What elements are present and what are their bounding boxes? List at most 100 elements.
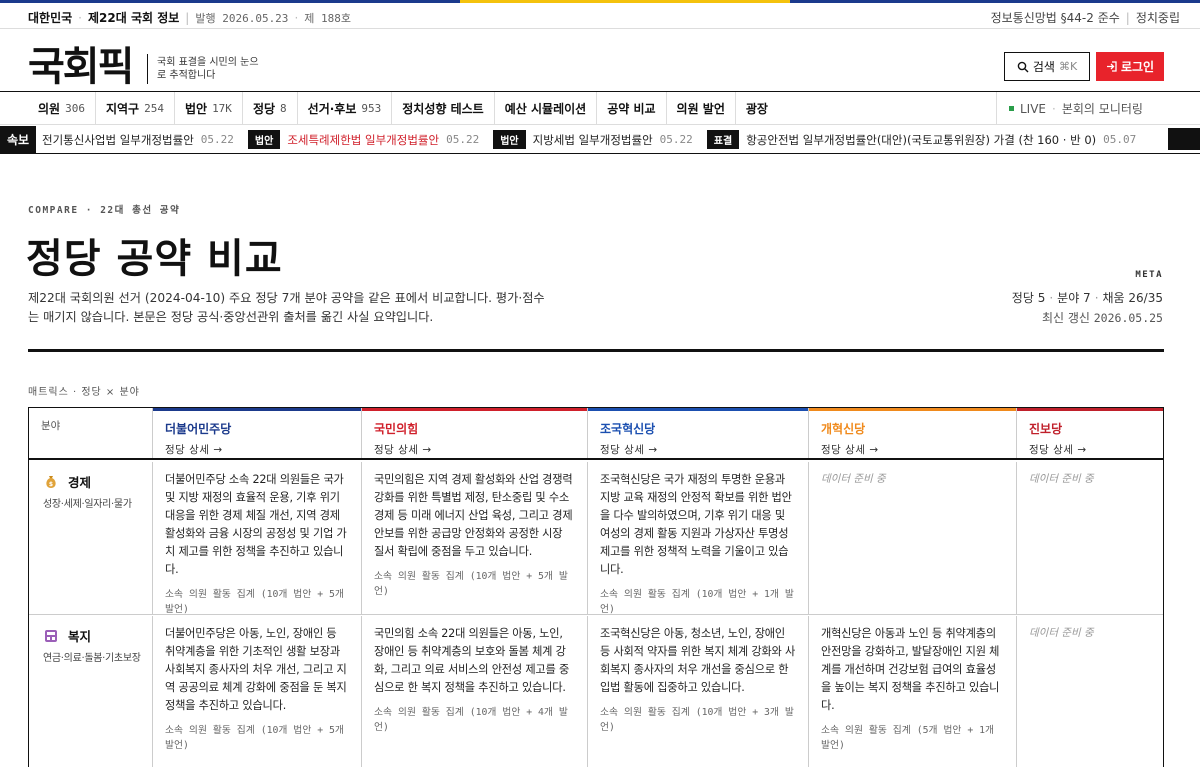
- party-name: 조국혁신당: [600, 422, 656, 436]
- nav-item-speeches[interactable]: 의원 발언: [667, 92, 736, 125]
- party-header-ppp[interactable]: 국민의힘 정당 상세 →: [362, 408, 588, 458]
- search-label: 검색: [1032, 60, 1055, 74]
- party-color-bar: [362, 408, 587, 411]
- ticker-date: 05.07: [1103, 133, 1137, 146]
- ticker-next-badge: [1168, 128, 1200, 150]
- ticker-title: 지방세법 일부개정법률안: [532, 132, 653, 147]
- pledge-cell[interactable]: 조국혁신당은 국가 재정의 투명한 운용과 지방 교육 재정의 안정적 확보를 …: [588, 462, 809, 615]
- party-detail-link[interactable]: 정당 상세 →: [600, 442, 808, 457]
- pledge-text: 더불어민주당 소속 22대 의원들은 국가 및 지방 재정의 효율적 운용, 기…: [165, 473, 347, 576]
- nav-count: 953: [361, 102, 382, 115]
- live-dot-icon: [1009, 106, 1014, 111]
- ticker-item[interactable]: 표결 항공안전법 일부개정법률안(대안)(국토교통위원장) 가결 (찬 160 ·…: [706, 130, 1137, 149]
- nav-label: 법안: [184, 102, 208, 116]
- party-name: 더불어민주당: [165, 422, 232, 436]
- pledge-source-note: 소속 의원 활동 집계 (10개 법안 + 1개 발언): [600, 589, 794, 615]
- party-detail-link[interactable]: 정당 상세 →: [165, 442, 361, 457]
- pledge-cell[interactable]: 국민의힘 소속 22대 의원들은 아동, 노인, 장애인 등 취약계층의 보호와…: [362, 616, 588, 767]
- party-header-progressive[interactable]: 진보당 정당 상세 →: [1017, 408, 1163, 458]
- site-logo[interactable]: 국회픽: [28, 34, 134, 92]
- nav-item-plaza[interactable]: 광장: [736, 92, 778, 125]
- nav-count: 8: [280, 102, 287, 115]
- pledge-text: 더불어민주당은 아동, 노인, 장애인 등 취약계층을 위한 기초적인 생활 보…: [165, 627, 347, 712]
- pledge-cell[interactable]: 더불어민주당은 아동, 노인, 장애인 등 취약계층을 위한 기초적인 생활 보…: [153, 616, 362, 767]
- pledge-cell[interactable]: 국민의힘은 지역 경제 활성화와 산업 경쟁력 강화를 위한 특별법 제정, 탄…: [362, 462, 588, 614]
- meta-updated: 최신 갱신 2026.05.25: [1042, 309, 1163, 326]
- party-color-bar: [809, 408, 1016, 411]
- nav-item-bills[interactable]: 법안 17K: [175, 92, 243, 125]
- pledge-cell[interactable]: 더불어민주당 소속 22대 의원들은 국가 및 지방 재정의 효율적 운용, 기…: [153, 462, 362, 615]
- neutrality-link[interactable]: 정치중립: [1136, 11, 1180, 25]
- pledge-text: 국민의힘 소속 22대 의원들은 아동, 노인, 장애인 등 취약계층의 보호와…: [374, 627, 570, 694]
- field-column-header: 분야: [29, 408, 153, 458]
- nav-item-parties[interactable]: 정당 8: [243, 92, 298, 125]
- nav-label: 정당: [252, 102, 276, 116]
- party-detail-link[interactable]: 정당 상세 →: [1029, 442, 1163, 457]
- party-header-rebuild[interactable]: 조국혁신당 정당 상세 →: [588, 408, 809, 458]
- ticker-item[interactable]: 법안 조세특례제한법 일부개정법률안 05.22: [247, 130, 479, 149]
- assembly-label: 제22대 국회 정보: [88, 11, 180, 25]
- ticker-title: 조세특례제한법 일부개정법률안: [287, 132, 440, 147]
- live-label: LIVE: [1020, 101, 1047, 116]
- meta-stats: 정당 5 · 분야 7 · 채움 26/35: [1011, 291, 1163, 305]
- pledge-source-note: 소속 의원 활동 집계 (10개 법안 + 5개 발언): [165, 725, 344, 751]
- meta-label: META: [1135, 270, 1163, 280]
- login-button[interactable]: 로그인: [1096, 52, 1164, 81]
- pledge-source-note: 소속 의원 활동 집계 (10개 법안 + 3개 발언): [600, 707, 794, 733]
- compliance-link[interactable]: 정보통신망법 §44-2 준수: [991, 11, 1120, 25]
- nav-item-pledge-compare[interactable]: 공약 비교: [597, 92, 667, 125]
- nav-item-members[interactable]: 의원 306: [28, 92, 96, 125]
- empty-placeholder: 데이터 준비 중: [1029, 473, 1094, 485]
- ticker-badge: 법안: [493, 130, 526, 149]
- nav-item-districts[interactable]: 지역구 254: [96, 92, 175, 125]
- search-icon: [1017, 61, 1029, 72]
- party-name: 국민의힘: [374, 422, 419, 436]
- top-info-bar: 대한민국 · 제22대 국회 정보 | 발행 2026.05.23 · 제 188호 정보통…: [0, 3, 1200, 29]
- nav-item-elections[interactable]: 선거·후보 953: [298, 92, 393, 125]
- pledge-cell[interactable]: 조국혁신당은 아동, 청소년, 노인, 장애인 등 사회적 약자를 위한 복지 …: [588, 616, 809, 767]
- party-header-dem[interactable]: 더불어민주당 정당 상세 →: [153, 408, 362, 458]
- main-nav: 의원 306 지역구 254 법안 17K 정당 8 선거·후보 953 정치성향 테스트…: [0, 91, 1200, 125]
- party-name: 개혁신당: [821, 422, 866, 436]
- nav-item-budget-sim[interactable]: 예산 시뮬레이션: [495, 92, 598, 125]
- pledge-text: 조국혁신당은 국가 재정의 투명한 운용과 지방 교육 재정의 안정적 확보를 …: [600, 473, 792, 576]
- ticker-title: 항공안전법 일부개정법률안(대안)(국토교통위원장) 가결 (찬 160 · 반…: [746, 132, 1097, 147]
- live-monitor-link[interactable]: LIVE · 본회의 모니터링: [996, 92, 1143, 125]
- party-detail-link[interactable]: 정당 상세 →: [821, 442, 1016, 457]
- pledge-text: 조국혁신당은 아동, 청소년, 노인, 장애인 등 사회적 약자를 위한 복지 …: [600, 627, 796, 694]
- nav-item-political-test[interactable]: 정치성향 테스트: [392, 92, 495, 125]
- row-header-economy: $ 경제 성장·세제·일자리·물가: [29, 462, 153, 614]
- page-kicker: COMPARE · 22대 총선 공약: [28, 205, 181, 216]
- party-color-bar: [153, 408, 361, 411]
- pledge-matrix-table: 분야 더불어민주당 정당 상세 → 국민의힘 정당 상세 → 조국혁신당 정당 …: [28, 407, 1164, 767]
- login-label: 로그인: [1120, 60, 1155, 74]
- nav-label: 지역구: [105, 102, 140, 116]
- issue-number: 제 188호: [304, 12, 351, 25]
- party-header-reform[interactable]: 개혁신당 정당 상세 →: [809, 408, 1017, 458]
- row-label: 복지: [68, 629, 92, 644]
- nav-label: 선거·후보: [307, 102, 357, 116]
- pledge-text: 국민의힘은 지역 경제 활성화와 산업 경쟁력 강화를 위한 특별법 제정, 탄…: [374, 473, 573, 558]
- nav-label: 의원: [38, 102, 61, 116]
- pledge-source-note: 소속 의원 활동 집계 (5개 법안 + 1개 발언): [821, 725, 995, 751]
- svg-text:$: $: [49, 481, 53, 488]
- table-row: $ 경제 성장·세제·일자리·물가 더불어민주당 소속 22대 의원들은 국가 …: [29, 462, 1163, 615]
- nav-label: 공약 비교: [607, 102, 656, 116]
- search-button[interactable]: 검색 ⌘K: [1004, 52, 1090, 81]
- ticker-item[interactable]: 전기통신사업법 일부개정법률안 05.22: [42, 132, 234, 148]
- ticker-title: 전기통신사업법 일부개정법률안: [42, 132, 194, 147]
- ticker-item[interactable]: 법안 지방세법 일부개정법률안 05.22: [493, 130, 693, 149]
- empty-placeholder: 데이터 준비 중: [821, 473, 886, 485]
- party-detail-link[interactable]: 정당 상세 →: [374, 442, 587, 457]
- ticker-date: 05.22: [659, 133, 693, 146]
- pledge-text: 개혁신당은 아동과 노인 등 취약계층의 안전망을 강화하고, 발달장애인 지원…: [821, 627, 1000, 712]
- ticker-badge: 표결: [706, 130, 740, 149]
- table-row: 복지 연금·의료·돌봄·기초보장 더불어민주당은 아동, 노인, 장애인 등 취…: [29, 616, 1163, 767]
- ticker-badge: 법안: [247, 130, 281, 149]
- ticker-label: 속보: [0, 126, 36, 153]
- meta-parties: 정당 5: [1011, 291, 1046, 305]
- pledge-cell[interactable]: 개혁신당은 아동과 노인 등 취약계층의 안전망을 강화하고, 발달장애인 지원…: [809, 616, 1017, 767]
- nav-count: 254: [144, 102, 164, 115]
- live-text: 본회의 모니터링: [1061, 102, 1143, 116]
- meta-fields: 분야 7: [1057, 291, 1091, 305]
